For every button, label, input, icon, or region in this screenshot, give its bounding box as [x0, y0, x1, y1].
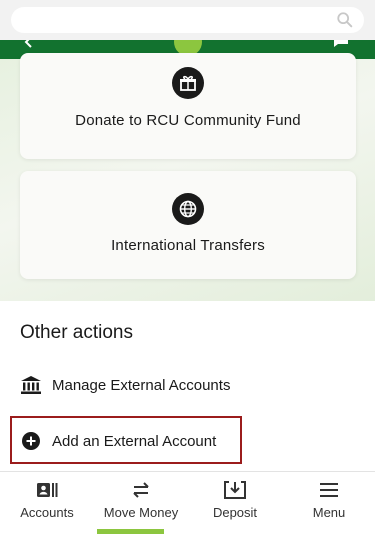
- accounts-icon: [37, 483, 58, 497]
- top-bar: [0, 0, 375, 40]
- donate-card-label: Donate to RCU Community Fund: [75, 112, 301, 129]
- bank-icon: [21, 376, 41, 394]
- bottom-nav: Accounts Move Money Deposit Menu: [0, 471, 375, 535]
- nav-deposit[interactable]: Deposit: [188, 472, 282, 535]
- add-external-account-link[interactable]: Add an External Account: [20, 429, 216, 453]
- nav-accounts-label: Accounts: [20, 505, 74, 520]
- search-input[interactable]: [11, 7, 364, 33]
- transfer-options: Donate to RCU Community Fund Internation…: [0, 53, 375, 301]
- nav-move-money[interactable]: Move Money: [94, 472, 188, 535]
- other-actions-heading: Other actions: [20, 322, 133, 343]
- nav-move-money-label: Move Money: [103, 505, 179, 520]
- international-transfers-label: International Transfers: [111, 237, 265, 254]
- nav-menu-label: Menu: [312, 505, 346, 520]
- active-tab-indicator: [97, 529, 164, 534]
- manage-external-accounts-link[interactable]: Manage External Accounts: [20, 373, 230, 397]
- menu-icon: [320, 483, 338, 497]
- nav-menu[interactable]: Menu: [282, 472, 375, 535]
- plus-circle-icon: [22, 432, 40, 450]
- manage-external-accounts-label: Manage External Accounts: [52, 376, 231, 394]
- chat-icon[interactable]: [333, 40, 349, 48]
- nav-accounts[interactable]: Accounts: [0, 472, 94, 535]
- search-icon[interactable]: [336, 11, 354, 29]
- nav-deposit-label: Deposit: [212, 505, 258, 520]
- international-transfers-card[interactable]: International Transfers: [20, 171, 356, 279]
- gift-icon: [172, 67, 204, 99]
- globe-icon: [172, 193, 204, 225]
- donate-card[interactable]: Donate to RCU Community Fund: [20, 53, 356, 159]
- deposit-icon: [224, 481, 246, 499]
- transfer-arrows-icon: [133, 482, 149, 498]
- back-arrow-icon[interactable]: [23, 40, 35, 48]
- add-external-account-label: Add an External Account: [52, 432, 217, 450]
